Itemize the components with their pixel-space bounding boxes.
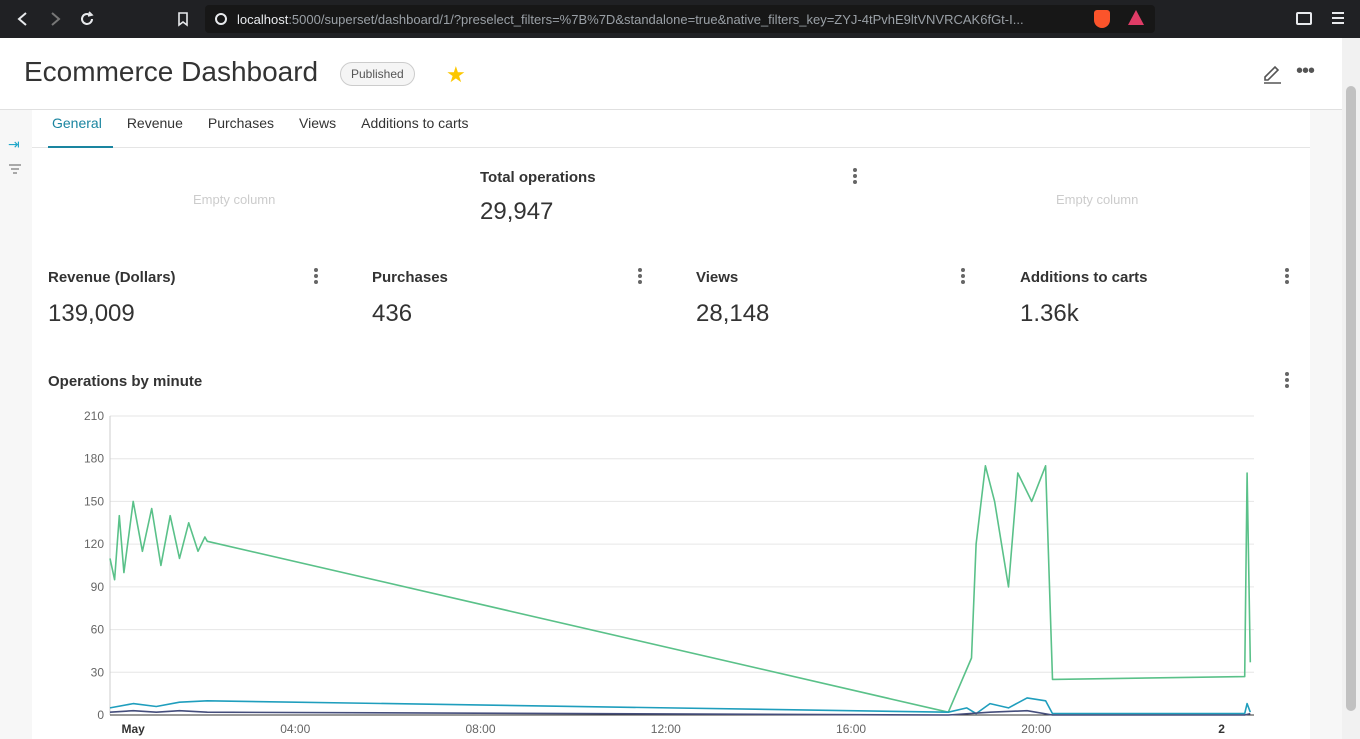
back-icon[interactable] (8, 4, 38, 34)
edit-icon[interactable] (1262, 62, 1282, 89)
x-tick-label: 12:00 (651, 722, 681, 736)
series-line-1 (109, 697, 1252, 715)
url-rest: :5000/superset/dashboard/1/?preselect_fi… (288, 11, 1024, 27)
tab-views[interactable]: Views (295, 110, 347, 148)
x-tick-label: 16:00 (836, 722, 866, 736)
y-tick-label: 210 (84, 409, 104, 423)
total-operations-value: 29,947 (480, 198, 554, 225)
y-tick-label: 30 (91, 665, 105, 679)
views-value: 28,148 (696, 300, 770, 327)
purchases-value: 436 (372, 300, 413, 327)
series-line-0 (109, 465, 1252, 714)
x-tick-label: 20:00 (1021, 722, 1051, 736)
menu-icon[interactable] (1332, 10, 1344, 26)
more-options-icon[interactable]: ••• (1296, 60, 1315, 83)
address-bar[interactable]: localhost:5000/superset/dashboard/1/?pre… (205, 5, 1155, 33)
filter-sidebar-collapsed: ⇥ (0, 110, 32, 739)
y-tick-label: 150 (84, 494, 104, 508)
tab-additions-to-carts[interactable]: Additions to carts (357, 110, 479, 148)
published-badge[interactable]: Published (340, 62, 415, 86)
views-menu-icon[interactable] (961, 268, 969, 286)
y-tick-label: 180 (84, 452, 104, 466)
dashboard-title[interactable]: Ecommerce Dashboard (24, 56, 318, 88)
expand-filters-icon[interactable]: ⇥ (8, 136, 20, 153)
y-tick-label: 120 (84, 537, 104, 551)
tab-general[interactable]: General (48, 110, 113, 148)
purchases-title: Purchases (372, 269, 448, 286)
revenue-title: Revenue (Dollars) (48, 269, 176, 286)
operations-chart-menu-icon[interactable] (1285, 372, 1293, 390)
x-tick-label: May (121, 722, 145, 736)
x-tick-label: 04:00 (280, 722, 310, 736)
carts-title: Additions to carts (1020, 269, 1148, 286)
page-scrollbar[interactable] (1342, 38, 1360, 739)
right-margin (1310, 110, 1342, 739)
reload-icon[interactable] (72, 4, 102, 34)
x-tick-label: 08:00 (466, 722, 496, 736)
favorite-star-icon[interactable]: ★ (446, 62, 466, 88)
carts-value: 1.36k (1020, 300, 1079, 327)
total-operations-menu-icon[interactable] (853, 168, 861, 186)
total-operations-title: Total operations (480, 169, 596, 186)
x-tick-label: 2 (1218, 722, 1225, 736)
revenue-menu-icon[interactable] (314, 268, 322, 286)
dashboard-header: Ecommerce Dashboard Published ★ ••• (0, 38, 1342, 110)
bookmark-icon[interactable] (168, 4, 198, 34)
y-tick-label: 0 (97, 708, 104, 722)
purchases-menu-icon[interactable] (638, 268, 646, 286)
y-tick-label: 90 (91, 580, 105, 594)
brave-shield-icon[interactable] (1094, 10, 1110, 28)
dashboard-tabs: General Revenue Purchases Views Addition… (32, 110, 1310, 148)
forward-icon[interactable] (40, 4, 70, 34)
empty-column-right: Empty column (1056, 192, 1139, 207)
scrollbar-thumb[interactable] (1346, 86, 1356, 711)
carts-menu-icon[interactable] (1285, 268, 1293, 286)
url-host: localhost (237, 11, 289, 27)
tab-purchases[interactable]: Purchases (204, 110, 285, 148)
wallet-icon[interactable] (1296, 12, 1312, 25)
views-title: Views (696, 269, 739, 286)
empty-column-left: Empty column (193, 192, 276, 207)
y-tick-label: 60 (91, 623, 105, 637)
tab-revenue[interactable]: Revenue (123, 110, 194, 148)
brave-rewards-icon[interactable] (1128, 10, 1144, 25)
operations-chart-title: Operations by minute (48, 373, 203, 390)
revenue-value: 139,009 (48, 300, 135, 327)
info-icon (215, 13, 227, 25)
filter-icon[interactable] (8, 162, 22, 178)
operations-line-chart[interactable]: 0 30 60 90 120 150 180 210 May 04:00 08:00 12:00 16:… (48, 400, 1278, 739)
browser-toolbar: localhost:5000/superset/dashboard/1/?pre… (0, 0, 1360, 38)
